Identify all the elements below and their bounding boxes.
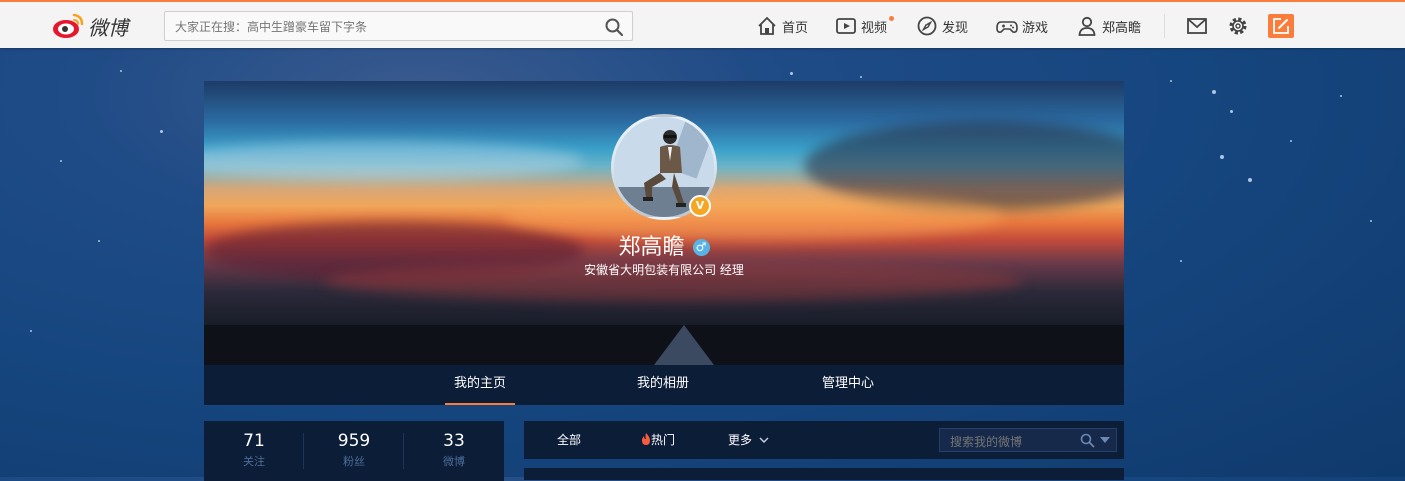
feed-list-top	[524, 468, 1124, 480]
search-box	[164, 11, 633, 41]
profile-stats: 71 关注 959 粉丝 33 微博	[204, 421, 504, 481]
flame-icon	[642, 433, 650, 445]
profile-intro: 安徽省大明包装有限公司 经理	[584, 263, 744, 277]
feed-tab-hot[interactable]: 热门	[641, 421, 675, 459]
feed-tab-more-label: 更多	[728, 433, 753, 447]
top-navigation-bar: 微博 首页 视频 发现	[0, 0, 1405, 48]
posts-count: 33	[443, 431, 465, 451]
video-icon	[836, 18, 856, 34]
weibo-logo[interactable]: 微博	[52, 10, 142, 42]
feed-search-input[interactable]	[948, 433, 1072, 451]
video-notification-dot	[889, 16, 894, 21]
feed-filter-bar: 全部 热门 更多	[524, 421, 1124, 459]
caret-down-icon[interactable]	[1100, 437, 1110, 444]
search-icon[interactable]	[604, 17, 624, 37]
nav-home[interactable]: 首页	[756, 13, 808, 39]
search-icon[interactable]	[1080, 433, 1095, 448]
compose-icon	[1273, 18, 1289, 34]
feed-tab-more[interactable]: 更多	[728, 421, 769, 459]
feed-tab-all[interactable]: 全部	[557, 421, 581, 459]
compass-icon	[917, 16, 937, 36]
stat-following[interactable]: 71 关注	[204, 431, 304, 469]
nav-games[interactable]: 游戏	[996, 13, 1048, 39]
followers-label: 粉丝	[343, 455, 365, 468]
gamepad-icon	[996, 21, 1018, 33]
weibo-eye-icon	[53, 13, 84, 38]
tab-management-center[interactable]: 管理中心	[813, 365, 883, 405]
stat-followers[interactable]: 959 粉丝	[304, 431, 404, 469]
tab-my-album[interactable]: 我的相册	[628, 365, 698, 405]
logo-text: 微博	[88, 15, 128, 40]
home-icon	[758, 16, 776, 35]
following-label: 关注	[243, 455, 265, 468]
chevron-down-icon	[759, 437, 769, 443]
nav-video-label: 视频	[861, 20, 888, 36]
stat-posts[interactable]: 33 微博	[404, 431, 504, 469]
nav-video[interactable]: 视频	[835, 13, 894, 39]
gear-icon[interactable]	[1227, 15, 1249, 37]
cover-road	[654, 325, 714, 365]
profile-name-row: 郑高瞻 ♂	[204, 229, 1124, 261]
feed-tab-hot-label: 热门	[651, 433, 676, 447]
nav-profile[interactable]: 郑高瞻	[1076, 13, 1141, 39]
nav-games-label: 游戏	[1022, 20, 1049, 36]
profile-cover: V 郑高瞻 ♂ 安徽省大明包装有限公司 经理	[204, 81, 1124, 365]
posts-label: 微博	[443, 455, 465, 468]
following-count: 71	[243, 431, 265, 451]
compose-button[interactable]	[1268, 14, 1294, 38]
followers-count: 959	[337, 431, 371, 451]
nav-discover[interactable]: 发现	[916, 13, 968, 39]
search-input[interactable]	[173, 17, 597, 37]
nav-profile-label: 郑高瞻	[1102, 20, 1142, 36]
user-icon	[1078, 16, 1096, 36]
nav-discover-label: 发现	[942, 20, 969, 36]
mail-icon[interactable]	[1186, 16, 1208, 36]
verified-badge: V	[689, 195, 711, 217]
tab-my-homepage[interactable]: 我的主页	[445, 365, 515, 405]
profile-name: 郑高瞻	[618, 235, 685, 260]
profile-tab-bar: 我的主页 我的相册 管理中心	[204, 365, 1124, 405]
male-gender-icon: ♂	[692, 239, 710, 256]
nav-divider	[1164, 14, 1165, 38]
feed-search-box	[939, 428, 1117, 452]
nav-home-label: 首页	[782, 20, 809, 36]
